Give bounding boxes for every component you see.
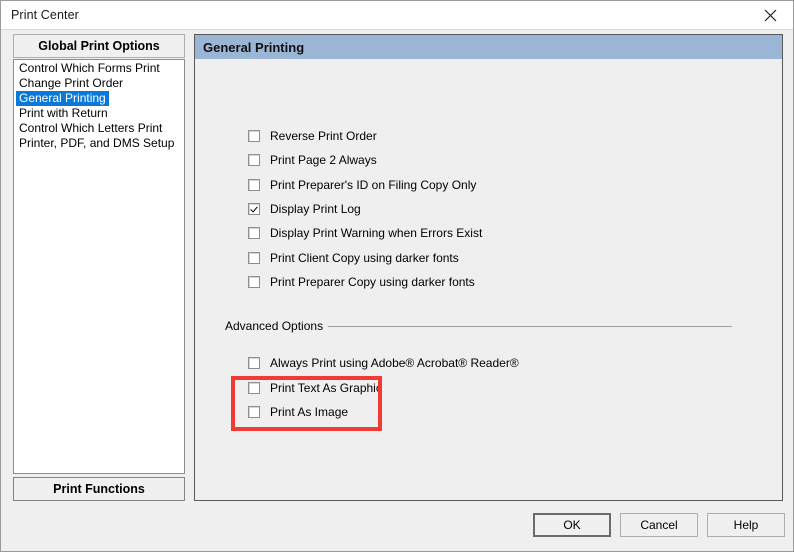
sidebar-item-print-with-return[interactable]: Print with Return [16,106,111,121]
help-button[interactable]: Help [707,513,785,537]
list-item[interactable]: Printer, PDF, and DMS Setup [14,136,184,151]
checkbox-label-print-client-copy-darker: Print Client Copy using darker fonts [270,251,459,265]
checkbox-print-as-image[interactable] [248,406,260,418]
checkbox-print-page-2-always[interactable] [248,154,260,166]
checkbox-display-print-log[interactable] [248,203,260,215]
checkbox-label-print-as-image: Print As Image [270,405,349,419]
checkbox-row-print-preparer-copy-darker[interactable]: Print Preparer Copy using darker fonts [248,274,475,290]
checkbox-always-print-adobe-reader[interactable] [248,357,260,369]
close-icon[interactable] [747,1,793,29]
list-item[interactable]: Control Which Letters Print [14,121,184,136]
checkbox-label-print-preparers-id: Print Preparer's ID on Filing Copy Only [270,178,477,192]
checkbox-display-print-warning[interactable] [248,227,260,239]
print-functions-button[interactable]: Print Functions [13,477,185,501]
window-title: Print Center [11,8,79,22]
page-title: General Printing [203,39,305,55]
advanced-options-divider [321,326,732,327]
checkbox-row-print-page-2-always[interactable]: Print Page 2 Always [248,152,377,168]
checkbox-row-always-print-adobe-reader[interactable]: Always Print using Adobe® Acrobat® Reade… [248,355,519,371]
checkbox-row-display-print-warning[interactable]: Display Print Warning when Errors Exist [248,225,482,241]
checkbox-row-display-print-log[interactable]: Display Print Log [248,201,361,217]
checkbox-print-preparers-id[interactable] [248,179,260,191]
advanced-options-label: Advanced Options [225,319,329,333]
help-button-label: Help [733,518,759,532]
global-print-options-label: Global Print Options [38,39,160,53]
checkbox-print-preparer-copy-darker[interactable] [248,276,260,288]
title-bar: Print Center [1,1,793,30]
checkbox-row-print-text-as-graphic[interactable]: Print Text As Graphic [248,380,382,396]
checkbox-reverse-print-order[interactable] [248,130,260,142]
sidebar-item-control-which-forms-print[interactable]: Control Which Forms Print [16,61,163,76]
sidebar-item-control-which-letters-print[interactable]: Control Which Letters Print [16,121,165,136]
list-item[interactable]: General Printing [14,91,184,106]
sidebar-item-general-printing[interactable]: General Printing [16,91,109,106]
general-printing-panel: General Printing [194,34,783,501]
checkbox-label-display-print-warning: Display Print Warning when Errors Exist [270,226,483,240]
checkbox-row-print-as-image[interactable]: Print As Image [248,404,348,420]
checkbox-row-print-preparers-id[interactable]: Print Preparer's ID on Filing Copy Only [248,177,476,193]
sidebar-item-change-print-order[interactable]: Change Print Order [16,76,126,91]
list-item[interactable]: Print with Return [14,106,184,121]
checkbox-print-text-as-graphic[interactable] [248,382,260,394]
checkbox-label-always-print-adobe-reader: Always Print using Adobe® Acrobat® Reade… [270,356,519,370]
sidebar: Global Print Options Control Which Forms… [13,34,185,501]
sidebar-item-printer-pdf-dms-setup[interactable]: Printer, PDF, and DMS Setup [16,136,177,151]
close-glyph [764,9,776,21]
cancel-button-label: Cancel [640,518,678,532]
checkbox-label-reverse-print-order: Reverse Print Order [270,129,377,143]
ok-button-label: OK [563,518,581,532]
checkbox-print-client-copy-darker[interactable] [248,252,260,264]
checkbox-row-reverse-print-order[interactable]: Reverse Print Order [248,128,377,144]
print-functions-label: Print Functions [53,482,145,496]
list-item[interactable]: Change Print Order [14,76,184,91]
checkbox-label-print-preparer-copy-darker: Print Preparer Copy using darker fonts [270,275,475,289]
print-options-list[interactable]: Control Which Forms Print Change Print O… [13,59,185,474]
cancel-button[interactable]: Cancel [620,513,698,537]
checkbox-row-print-client-copy-darker[interactable]: Print Client Copy using darker fonts [248,250,459,266]
global-print-options-header[interactable]: Global Print Options [13,34,185,58]
print-center-window: Print Center Global Print Options Contro… [0,0,794,552]
list-item[interactable]: Control Which Forms Print [14,61,184,76]
panel-header: General Printing [195,35,782,59]
checkbox-label-display-print-log: Display Print Log [270,202,361,216]
checkbox-label-print-page-2-always: Print Page 2 Always [270,153,377,167]
ok-button[interactable]: OK [533,513,611,537]
checkbox-label-print-text-as-graphic: Print Text As Graphic [270,381,382,395]
